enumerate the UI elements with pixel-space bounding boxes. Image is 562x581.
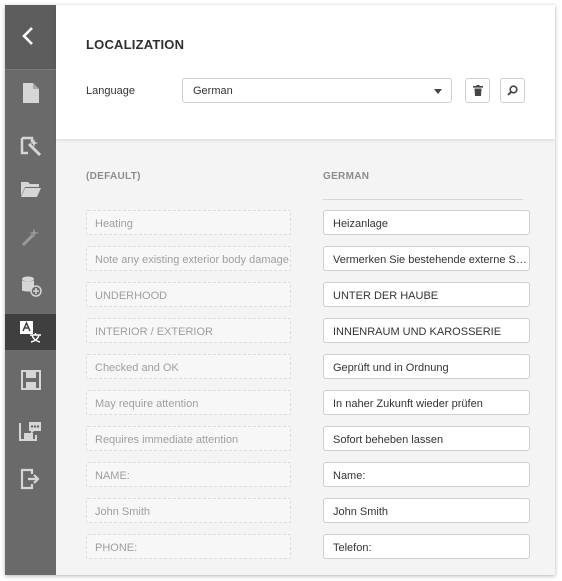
back-button[interactable] [5,5,56,70]
page-title: LOCALIZATION [86,37,185,52]
translation-input[interactable]: Name: [323,462,530,487]
delete-language-button[interactable] [465,78,490,103]
search-button[interactable] [500,78,525,103]
default-text-cell: INTERIOR / EXTERIOR [86,318,291,343]
exit-button[interactable] [5,461,56,497]
new-report-icon [22,83,39,103]
exit-icon [20,468,40,490]
default-text-cell: PHONE: [86,534,291,559]
report-wizard-icon [20,136,41,157]
default-column-header: (DEFAULT) [86,171,141,182]
report-designer-frame: LOCALIZATION Language German (DEFAULT) G… [5,5,555,575]
language-select[interactable]: German [182,78,452,103]
report-wizard-button[interactable] [5,128,56,164]
save-button[interactable] [5,362,56,398]
language-select-value: German [193,85,233,97]
default-text-cell: UNDERHOOD [86,282,291,307]
translation-input[interactable]: Geprüft und in Ordnung [323,354,530,379]
translation-input[interactable]: INNENRAUM UND KAROSSERIE [323,318,530,343]
translation-input[interactable]: In naher Zukunft wieder prüfen [323,390,530,415]
default-text-cell: NAME: [86,462,291,487]
language-label: Language [86,85,135,97]
save-as-icon [18,422,41,441]
default-text-cell: Heating [86,210,291,235]
localization-button[interactable] [5,314,56,350]
default-text-cell: May require attention [86,390,291,415]
search-icon [507,85,518,96]
trash-icon [472,85,483,96]
translation-column-header: GERMAN [323,171,370,182]
column-divider [323,199,523,200]
translation-input[interactable]: Heizanlage [323,210,530,235]
translation-input[interactable]: Sofort beheben lassen [323,426,530,451]
translation-input[interactable]: Telefon: [323,534,530,559]
save-icon [20,370,41,390]
new-report-button[interactable] [5,75,56,111]
chevron-down-icon [434,89,442,94]
add-datasource-button[interactable] [5,268,56,304]
add-datasource-icon [21,276,42,297]
default-text-cell: John Smith [86,498,291,523]
open-report-button[interactable] [5,171,56,207]
translation-input[interactable]: John Smith [323,498,530,523]
translation-input[interactable]: Vermerken Sie bestehende externe Schäden [323,246,530,271]
localization-header: LOCALIZATION Language German [56,5,555,139]
sidebar [5,5,56,575]
localization-icon [19,321,41,343]
save-as-button[interactable] [5,413,56,449]
default-text-cell: Requires immediate attention [86,426,291,451]
default-text-cell: Note any existing exterior body damage [86,246,291,271]
translation-input[interactable]: UNTER DER HAUBE [323,282,530,307]
wizard-button[interactable] [5,219,56,255]
back-chevron-icon [22,27,33,45]
magic-wand-icon [21,228,39,247]
open-folder-icon [20,182,41,197]
default-text-cell: Checked and OK [86,354,291,379]
